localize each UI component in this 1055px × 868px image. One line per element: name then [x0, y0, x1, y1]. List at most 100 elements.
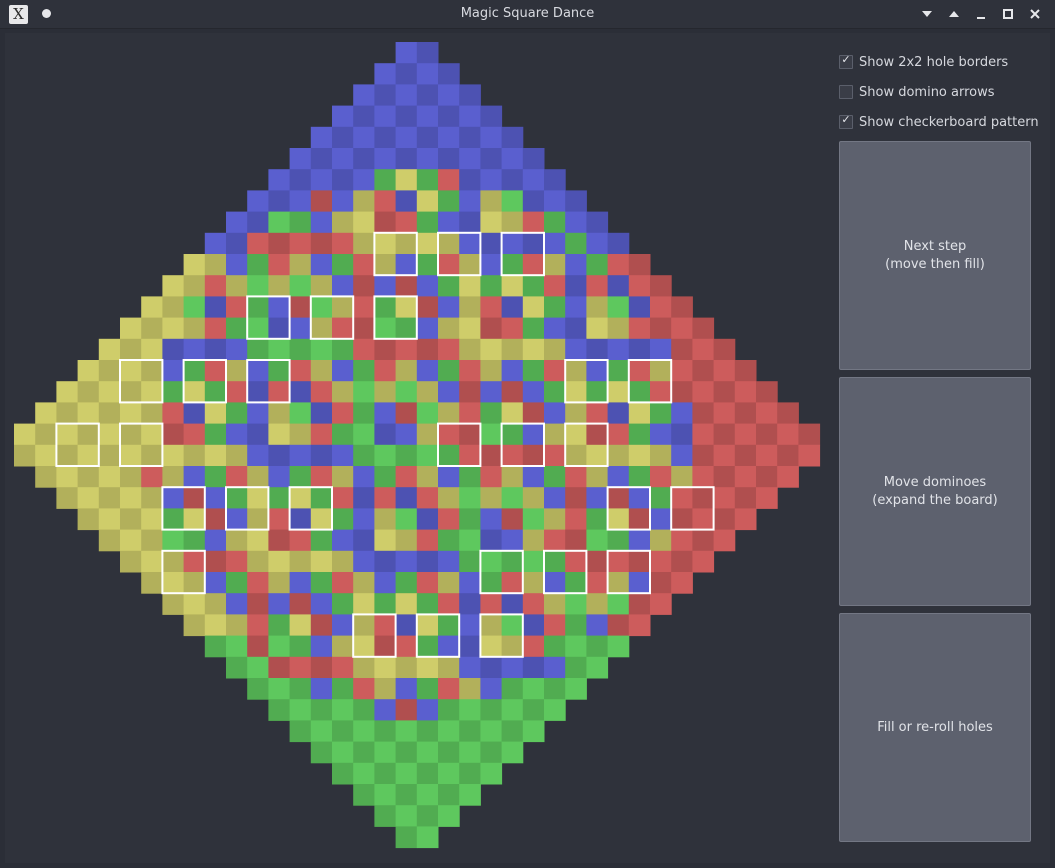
board-cell [395, 656, 418, 679]
board-cell [268, 423, 291, 446]
board-cell [416, 529, 439, 552]
board-cell [501, 275, 524, 297]
board-cell [374, 275, 397, 297]
board-cell [332, 741, 354, 764]
board-cell [226, 423, 248, 446]
board-cell [332, 381, 354, 403]
board-cell [544, 466, 566, 488]
board-cell [395, 190, 418, 213]
board-cell [459, 720, 481, 743]
board-cell [332, 254, 354, 276]
board-cell [438, 784, 460, 806]
option-checkerboard[interactable]: ✓ Show checkerboard pattern [839, 112, 1039, 132]
board-cell [204, 593, 227, 615]
fill-holes-label: Fill or re-roll holes [877, 719, 993, 735]
checkbox-hole-borders[interactable]: ✓ [839, 53, 853, 69]
board-cell [416, 105, 439, 128]
board-cell [692, 508, 715, 531]
board-cell [565, 190, 587, 213]
board-cell [289, 296, 312, 319]
board-cell [438, 169, 460, 191]
board-cell [544, 232, 566, 255]
board-cell [353, 720, 375, 743]
board-cell [586, 593, 609, 615]
board-cell [565, 296, 587, 319]
board-cell [459, 444, 481, 467]
shade-up-icon[interactable] [944, 4, 964, 24]
board-cell [247, 550, 269, 573]
board-cell [459, 529, 481, 552]
next-step-button[interactable]: Next step (move then fill) [839, 141, 1031, 370]
board-cell [289, 381, 312, 403]
board-cell [310, 423, 333, 446]
board-cell [353, 572, 375, 594]
board-cell [628, 508, 651, 531]
board-cell [226, 317, 248, 340]
board-cell [395, 572, 418, 594]
board-cell [416, 381, 439, 403]
board-cell [226, 211, 248, 234]
board-cell [544, 678, 566, 700]
board-cell [120, 444, 142, 467]
board-cell [374, 572, 397, 594]
move-dominoes-button[interactable]: Move dominoes (expand the board) [839, 377, 1031, 606]
board-cell [628, 254, 651, 276]
checkbox-domino-arrows[interactable] [839, 85, 853, 99]
minimize-icon[interactable] [971, 4, 991, 24]
board-cell [268, 572, 291, 594]
shade-down-icon[interactable] [917, 4, 937, 24]
close-icon[interactable] [1025, 4, 1045, 24]
board-cell [268, 529, 291, 552]
maximize-icon[interactable] [998, 4, 1018, 24]
board-cell [247, 275, 269, 297]
option-hole-borders[interactable]: ✓ Show 2x2 hole borders [839, 52, 1008, 72]
fill-holes-button[interactable]: Fill or re-roll holes [839, 613, 1031, 842]
board-cell [692, 317, 715, 340]
board-cell [416, 678, 439, 700]
board-cell [374, 741, 397, 764]
board-cell [416, 63, 439, 85]
option-domino-arrows[interactable]: Show domino arrows [839, 82, 995, 102]
board-cell [416, 275, 439, 297]
board-cell [141, 550, 163, 573]
board-cell [204, 529, 227, 552]
board-cell [480, 614, 503, 637]
board-cell [586, 296, 609, 319]
board-cell [650, 338, 672, 361]
board-cell [459, 381, 481, 403]
board-cell [374, 508, 397, 531]
board-cell [310, 402, 333, 425]
board-cell [522, 338, 545, 361]
board-cell [565, 614, 587, 637]
board-cell [98, 360, 121, 382]
board-cell [353, 678, 375, 700]
board-cell [416, 635, 439, 658]
board-cell [459, 105, 481, 128]
board-cell [756, 402, 778, 425]
board-cell [395, 784, 418, 806]
board-cell [310, 275, 333, 297]
board-cell [586, 550, 609, 573]
board-cell [438, 699, 460, 721]
board-cell [353, 190, 375, 213]
board-cell [310, 148, 333, 170]
board-cell [353, 444, 375, 467]
board-cell [226, 275, 248, 297]
board-cell [332, 572, 354, 594]
board-cell [247, 487, 269, 509]
board-cell [204, 275, 227, 297]
board-cell [395, 169, 418, 191]
checkbox-checkerboard[interactable]: ✓ [839, 113, 853, 129]
board-cell [501, 529, 524, 552]
board-cell [268, 190, 291, 213]
board-cell [713, 444, 736, 467]
board-cell [247, 423, 269, 446]
board-cell [459, 572, 481, 594]
checkmark-icon: ✓ [841, 53, 851, 66]
board-cell [332, 550, 354, 573]
board-cell [713, 508, 736, 531]
aztec-diamond-board[interactable] [5, 33, 835, 863]
board-cell [480, 381, 503, 403]
board-cell [586, 423, 609, 446]
board-cell [268, 487, 291, 509]
